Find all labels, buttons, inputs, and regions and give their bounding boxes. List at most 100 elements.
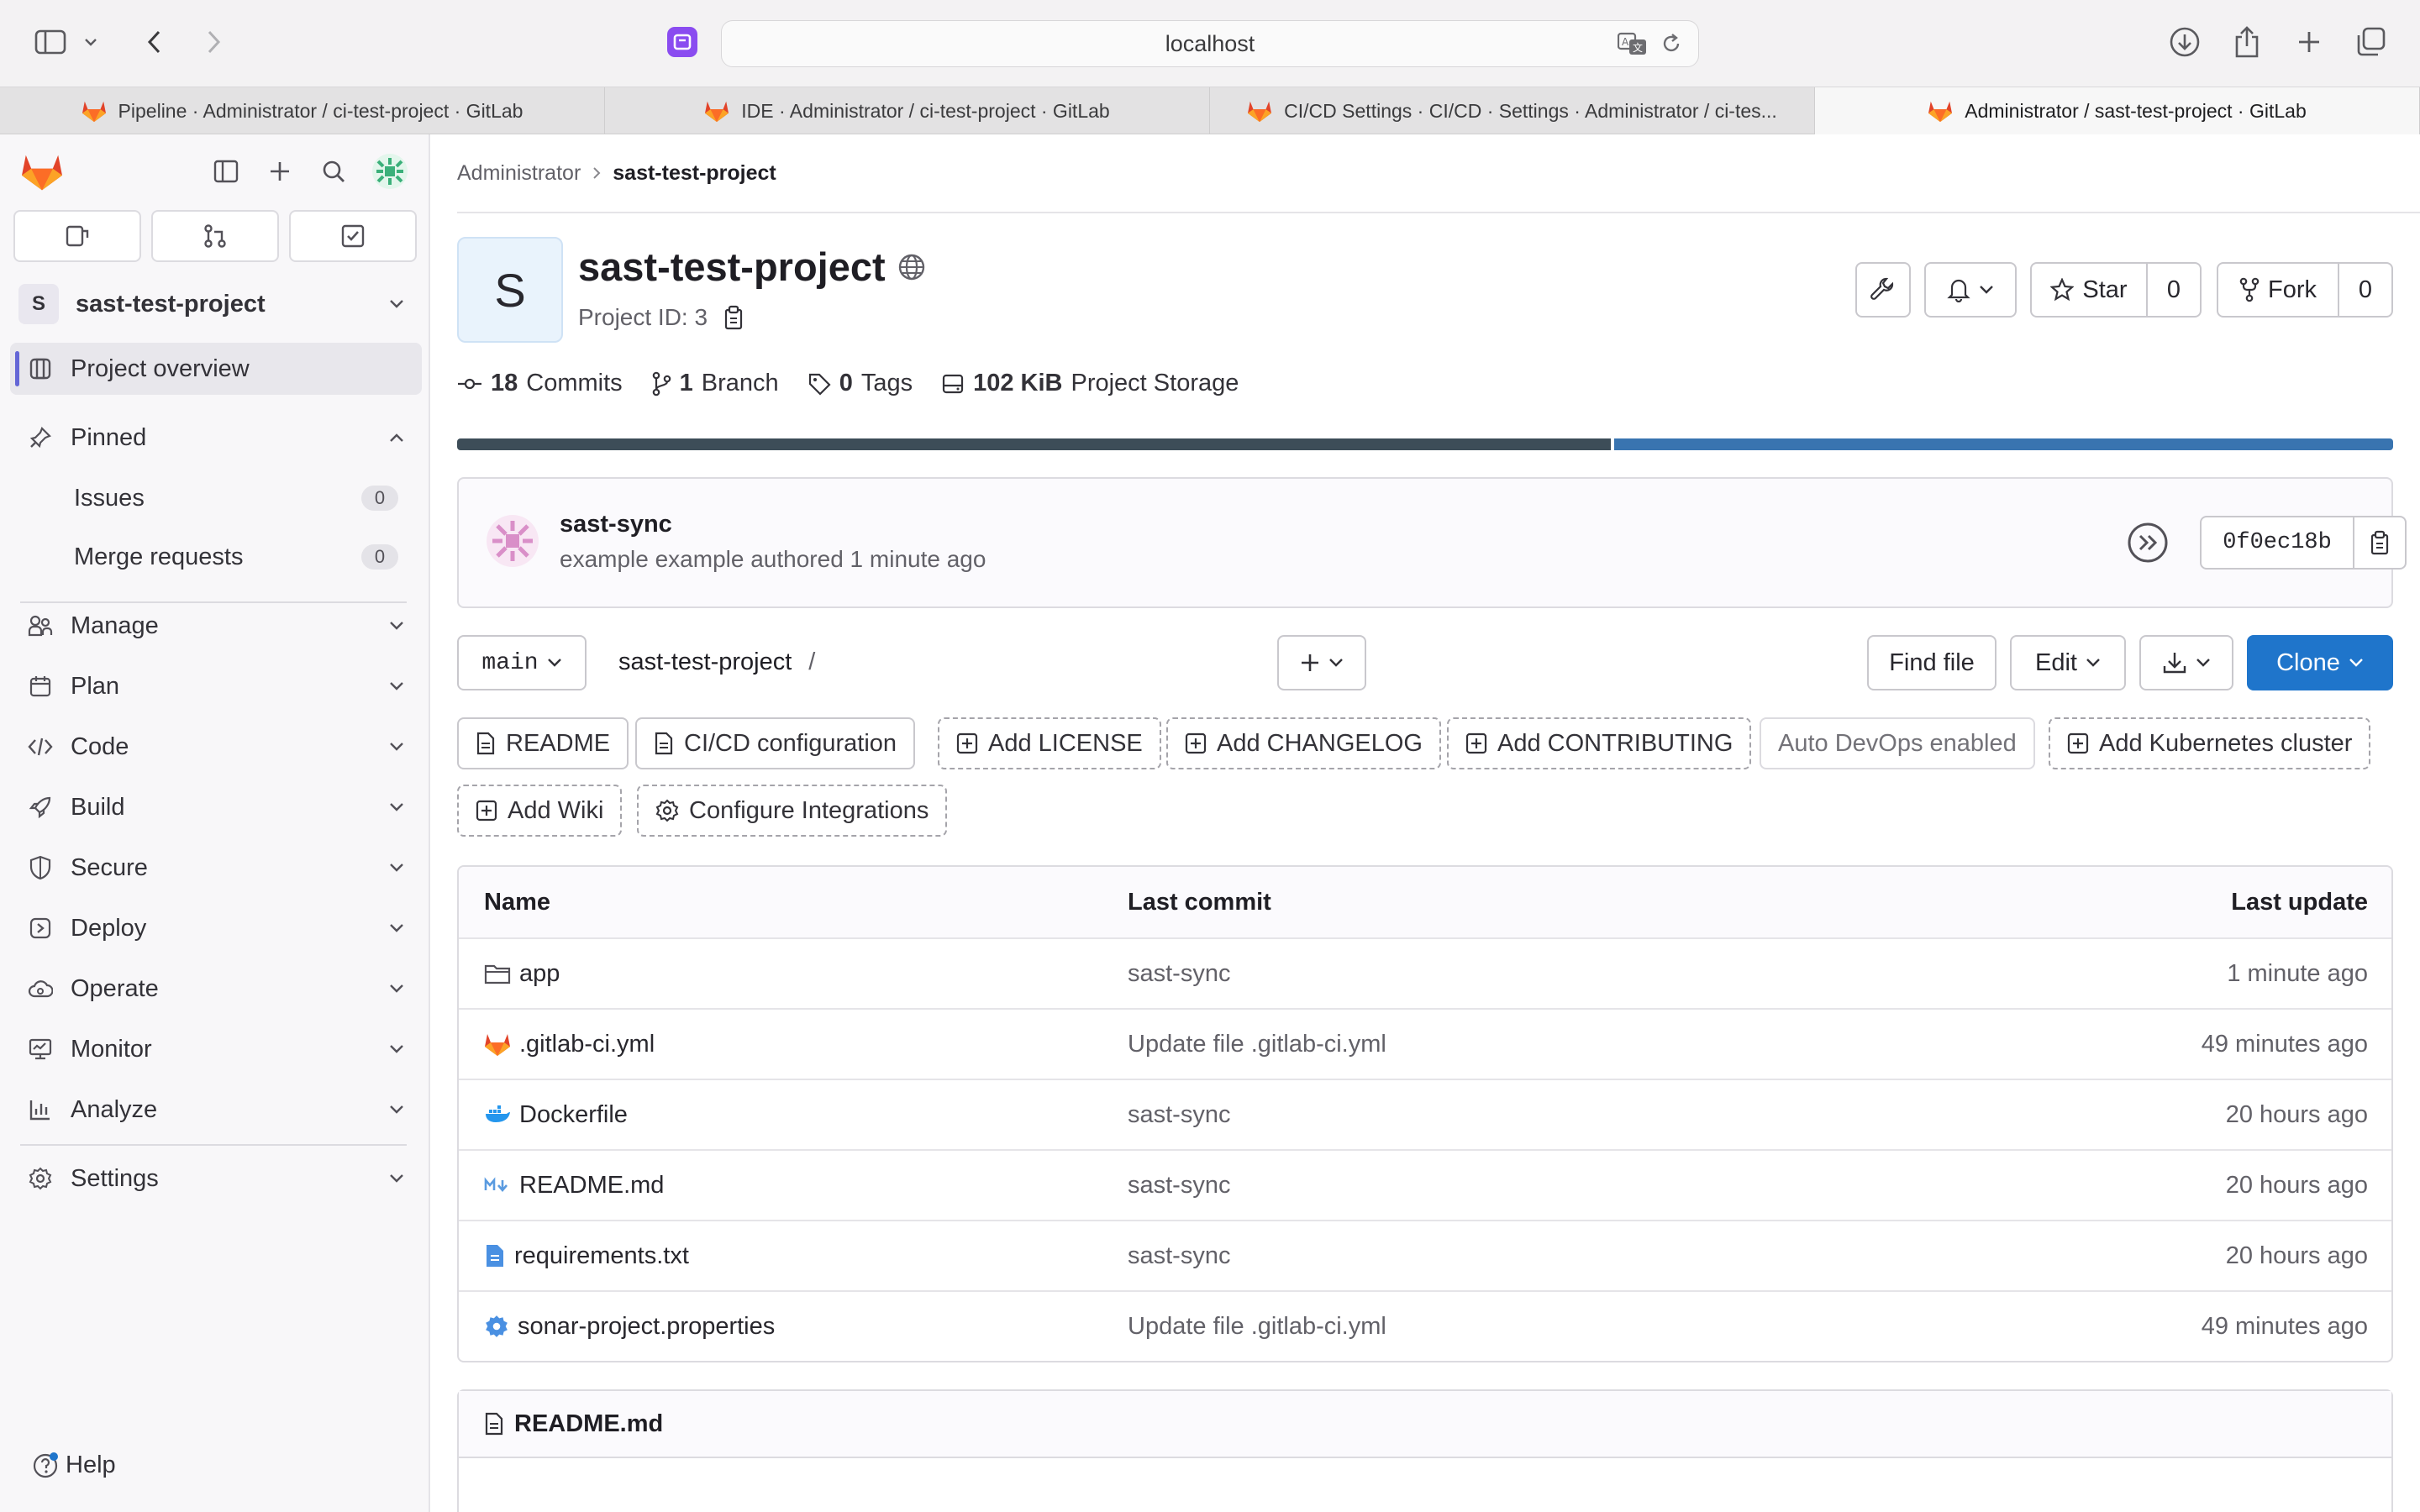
nav-secure[interactable]: Secure [10,842,422,894]
add-changelog-shortcut[interactable]: Add CHANGELOG [1166,717,1441,769]
fork-button[interactable]: Fork [2217,262,2339,318]
nav-project-overview[interactable]: Project overview [10,343,422,395]
language-segment[interactable] [457,438,1612,450]
nav-monitor[interactable]: Monitor [10,1023,422,1075]
merge-request-tab-icon[interactable] [151,210,279,262]
address-bar[interactable]: localhost A文 [721,20,1699,67]
nav-manage[interactable]: Manage [10,600,422,652]
last-commit-message[interactable]: Update file .gitlab-ci.yml [1128,1313,1386,1341]
last-commit-message[interactable]: sast-sync [1128,960,1230,988]
notifications-button[interactable] [1924,262,2017,318]
auto-devops-badge[interactable]: Auto DevOps enabled [1760,717,2035,769]
new-tab-icon[interactable] [2291,24,2328,60]
file-name[interactable]: sonar-project.properties [518,1313,775,1341]
nav-deploy[interactable]: Deploy [10,902,422,954]
last-commit-message[interactable]: Update file .gitlab-ci.yml [1128,1031,1386,1058]
table-row[interactable]: app sast-sync 1 minute ago [459,937,2391,1008]
copy-icon[interactable] [723,305,744,330]
back-icon[interactable] [136,24,173,60]
extension-icon[interactable] [664,24,701,60]
chevron-down-icon[interactable] [79,24,103,60]
table-row[interactable]: Dockerfile sast-sync 20 hours ago [459,1079,2391,1149]
nav-code[interactable]: Code [10,721,422,773]
plus-square-icon [956,732,978,754]
share-icon[interactable] [2228,24,2265,60]
project-switcher[interactable]: S sast-test-project [10,277,422,331]
file-name[interactable]: .gitlab-ci.yml [519,1031,655,1058]
nav-settings[interactable]: Settings [10,1152,422,1205]
file-name[interactable]: requirements.txt [514,1242,689,1270]
nav-pinned-issues[interactable]: Issues 0 [10,472,422,524]
add-wiki-shortcut[interactable]: Add Wiki [457,785,623,837]
add-contributing-shortcut[interactable]: Add CONTRIBUTING [1447,717,1752,769]
browser-tab-active[interactable]: Administrator / sast-test-project · GitL… [1815,87,2420,134]
forward-icon[interactable] [195,24,232,60]
add-license-shortcut[interactable]: Add LICENSE [938,717,1161,769]
issues-tab-icon[interactable] [13,210,141,262]
nav-label: Plan [71,672,120,700]
configure-integrations-shortcut[interactable]: Configure Integrations [637,785,948,837]
download-button[interactable] [2139,635,2233,690]
table-row[interactable]: sonar-project.properties Update file .gi… [459,1290,2391,1361]
file-name[interactable]: Dockerfile [519,1101,628,1129]
tab-overview-icon[interactable] [2353,24,2390,60]
browser-tab[interactable]: Pipeline · Administrator / ci-test-proje… [0,87,605,134]
star-button[interactable]: Star [2030,262,2148,318]
gitlab-icon [82,101,106,123]
help-button[interactable]: Help [32,1452,116,1479]
tags-link[interactable]: 0 Tags [808,370,913,397]
table-row[interactable]: .gitlab-ci.yml Update file .gitlab-ci.ym… [459,1008,2391,1079]
avatar[interactable] [486,514,539,568]
language-segment[interactable] [1614,438,2393,450]
translate-icon[interactable]: A文 [1618,31,1648,56]
plus-icon[interactable] [261,153,298,190]
nav-analyze[interactable]: Analyze [10,1084,422,1136]
cicd-configuration-shortcut[interactable]: CI/CD configuration [635,717,916,769]
commits-link[interactable]: 18 Commits [457,370,623,397]
todo-tab-icon[interactable] [289,210,417,262]
commit-title[interactable]: sast-sync [560,511,672,538]
browser-tab[interactable]: CI/CD Settings · CI/CD · Settings · Admi… [1210,87,1815,134]
storage-link[interactable]: 102 KiB Project Storage [941,370,1239,397]
readme-shortcut[interactable]: README [457,717,629,769]
nav-build[interactable]: Build [10,781,422,833]
gitlab-logo-icon[interactable] [20,150,64,193]
nav-operate[interactable]: Operate [10,963,422,1015]
browser-tab-label: CI/CD Settings · CI/CD · Settings · Admi… [1284,99,1777,122]
clone-button[interactable]: Clone [2247,635,2393,690]
last-commit-message[interactable]: sast-sync [1128,1242,1230,1270]
branch-selector[interactable]: main [457,635,587,690]
gitlab-icon [484,1032,511,1057]
reload-icon[interactable] [1660,32,1683,55]
add-kubernetes-cluster-shortcut[interactable]: Add Kubernetes cluster [2049,717,2371,769]
pipeline-status-icon[interactable] [2126,521,2170,564]
nav-plan[interactable]: Plan [10,660,422,712]
breadcrumb-current[interactable]: sast-test-project [613,161,776,186]
sidebar-collapse-icon[interactable] [208,153,245,190]
table-row[interactable]: README.md sast-sync 20 hours ago [459,1149,2391,1220]
downloads-icon[interactable] [2166,24,2203,60]
commit-sha[interactable]: 0f0ec18b [2200,516,2354,570]
search-icon[interactable] [315,153,352,190]
repo-path-root[interactable]: sast-test-project [618,648,792,676]
star-count[interactable]: 0 [2146,262,2202,318]
nav-pinned-merge-requests[interactable]: Merge requests 0 [10,531,422,583]
sidebar-toggle-icon[interactable] [32,24,69,60]
admin-settings-button[interactable] [1855,262,1911,318]
file-name[interactable]: app [519,960,560,988]
branches-link[interactable]: 1 Branch [651,370,779,397]
last-commit-message[interactable]: sast-sync [1128,1101,1230,1129]
edit-button[interactable]: Edit [2010,635,2126,690]
table-row[interactable]: requirements.txt sast-sync 20 hours ago [459,1220,2391,1290]
breadcrumb-parent[interactable]: Administrator [457,161,581,186]
fork-count[interactable]: 0 [2338,262,2393,318]
add-to-tree-button[interactable] [1277,635,1366,690]
last-commit-message[interactable]: sast-sync [1128,1172,1230,1200]
browser-tab[interactable]: IDE · Administrator / ci-test-project · … [605,87,1210,134]
copy-sha-button[interactable] [2353,516,2407,570]
readme-title[interactable]: README.md [514,1410,663,1438]
nav-pinned[interactable]: Pinned [10,412,422,464]
find-file-button[interactable]: Find file [1867,635,1996,690]
avatar[interactable] [370,151,410,192]
file-name[interactable]: README.md [519,1172,664,1200]
